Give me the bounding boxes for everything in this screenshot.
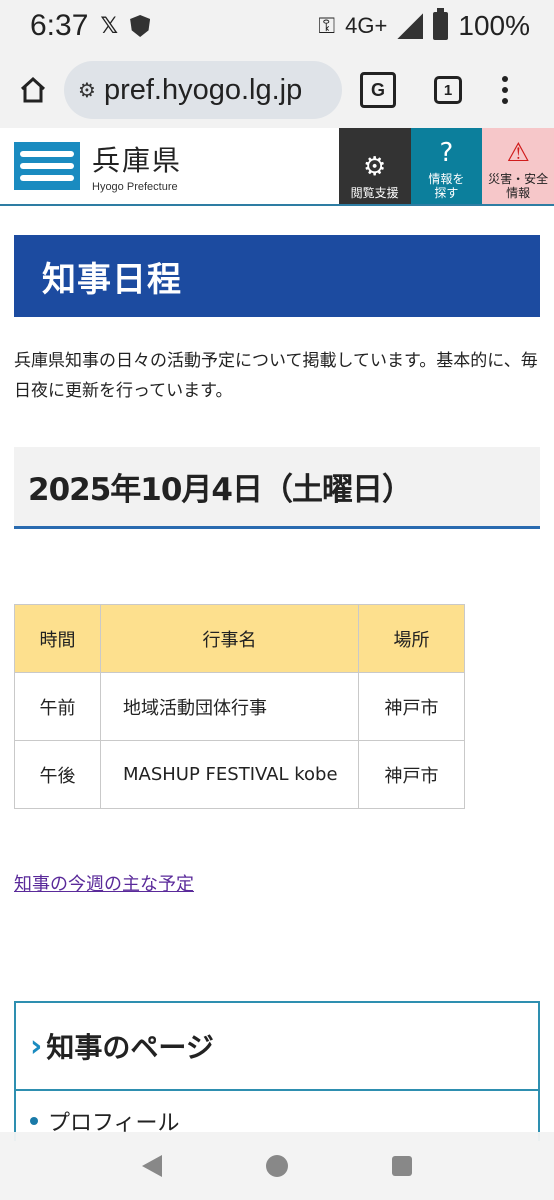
tabs-button[interactable]: 1 <box>434 76 462 104</box>
header-event: 行事名 <box>100 604 359 673</box>
header-place: 場所 <box>358 604 465 673</box>
status-bar: 6:37 𝕏 ⚿ 4G+ 100% <box>0 0 554 52</box>
recents-icon[interactable] <box>392 1156 412 1176</box>
address-bar[interactable]: ⚙ pref.hyogo.lg.jp <box>64 61 342 119</box>
intro-text: 兵庫県知事の日々の活動予定について掲載しています。基本的に、毎日夜に更新を行って… <box>14 351 538 401</box>
date-heading: 2025年10月4日（土曜日） <box>14 447 540 529</box>
network-type: 4G+ <box>345 13 388 38</box>
tab-count: 1 <box>443 81 453 99</box>
site-name: 兵庫県 <box>92 144 183 177</box>
browser-menu-button[interactable] <box>500 76 510 104</box>
governor-pages-title: 知事のページ <box>46 1031 214 1064</box>
site-header: 兵庫県 Hyogo Prefecture ⚙ 閲覧支援 ? 情報を探す ⚠ 災害… <box>0 128 554 206</box>
translate-button[interactable]: G <box>360 72 396 108</box>
accessibility-button[interactable]: ⚙ 閲覧支援 <box>338 128 411 204</box>
status-time: 6:37 <box>30 9 89 42</box>
signal-icon <box>397 13 424 39</box>
battery-level: 100% <box>458 10 530 41</box>
site-info-icon[interactable]: ⚙ <box>78 78 96 102</box>
accessibility-label: 閲覧支援 <box>350 186 399 200</box>
key-icon: ⚿ <box>318 13 336 38</box>
disaster-info-button[interactable]: ⚠ 災害・安全情報 <box>482 128 554 204</box>
hyogo-emblem-icon <box>14 142 80 190</box>
table-row: 午後 MASHUP FESTIVAL kobe 神戸市 <box>14 740 465 809</box>
governor-pages-heading[interactable]: › 知事のページ <box>16 1003 538 1091</box>
cell-place: 神戸市 <box>358 740 465 809</box>
cell-time: 午後 <box>14 740 101 809</box>
browser-toolbar: ⚙ pref.hyogo.lg.jp G 1 <box>0 52 554 128</box>
globe-gear-icon: ⚙ <box>363 152 387 182</box>
url-text: pref.hyogo.lg.jp <box>103 73 303 106</box>
translate-icon: G <box>370 79 385 100</box>
chevron-right-icon: › <box>30 1028 43 1064</box>
site-name-en: Hyogo Prefecture <box>92 181 178 193</box>
find-info-label: 情報を探す <box>428 172 465 200</box>
home-nav-icon[interactable] <box>266 1155 288 1177</box>
header-time: 時間 <box>14 604 101 673</box>
system-nav-bar <box>0 1132 554 1200</box>
x-app-icon: 𝕏 <box>100 13 119 39</box>
site-logo[interactable]: 兵庫県 Hyogo Prefecture <box>0 128 339 204</box>
weekly-schedule-link[interactable]: 知事の今週の主な予定 <box>14 870 194 896</box>
cell-event: MASHUP FESTIVAL kobe <box>100 740 359 809</box>
shield-icon <box>130 15 151 37</box>
cell-event: 地域活動団体行事 <box>100 672 359 741</box>
schedule-table: 時間 行事名 場所 午前 地域活動団体行事 神戸市 午後 MASHUP FEST… <box>14 604 465 809</box>
back-icon[interactable] <box>142 1155 162 1177</box>
page-title: 知事日程 <box>14 235 540 317</box>
bullet-icon <box>30 1117 38 1125</box>
home-button[interactable] <box>10 67 56 113</box>
search-info-icon: ? <box>439 138 454 168</box>
find-info-button[interactable]: ? 情報を探す <box>410 128 483 204</box>
cell-time: 午前 <box>14 672 101 741</box>
home-icon <box>20 76 46 103</box>
battery-icon <box>433 8 449 40</box>
disaster-info-label: 災害・安全情報 <box>488 172 549 200</box>
table-header-row: 時間 行事名 場所 <box>14 604 465 673</box>
table-row: 午前 地域活動団体行事 神戸市 <box>14 672 465 741</box>
governor-pages-box: › 知事のページ プロフィール <box>14 1001 540 1141</box>
cell-place: 神戸市 <box>358 672 465 741</box>
warning-icon: ⚠ <box>506 138 530 168</box>
